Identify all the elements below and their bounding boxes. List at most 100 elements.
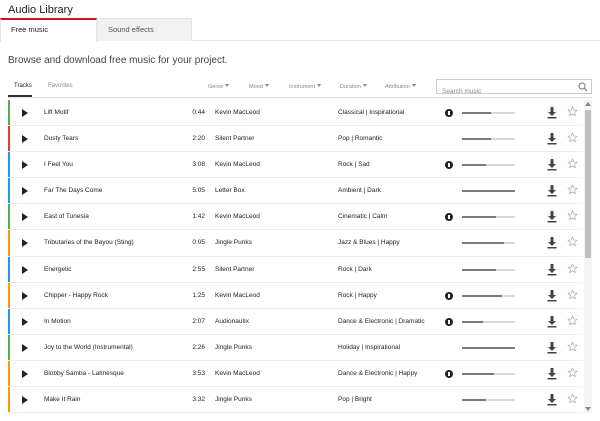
- tab-sound-effects[interactable]: Sound effects: [97, 18, 192, 41]
- chevron-down-icon: [225, 84, 230, 87]
- track-row[interactable]: Dusty Tears 2:20 Silent Partner Pop | Roman…: [8, 126, 583, 153]
- filter-attribution-label: Attribution: [385, 84, 410, 90]
- play-icon[interactable]: [22, 135, 28, 144]
- track-row[interactable]: Tributaries of the Bayou (Sting) 0:05 Jing…: [8, 230, 583, 257]
- download-icon[interactable]: [546, 289, 558, 302]
- star-icon[interactable]: [567, 184, 578, 195]
- star-icon[interactable]: [567, 367, 578, 378]
- download-icon[interactable]: [546, 367, 558, 380]
- track-list: Lift Motif 0:44 Kevin MacLeod Classical | I…: [8, 100, 583, 414]
- popularity-bar: [462, 164, 515, 167]
- play-icon[interactable]: [22, 187, 28, 196]
- track-row[interactable]: Joy to the World (Instrumental) 2:26 Jingl…: [8, 334, 583, 361]
- track-row[interactable]: Blobby Samba - Latinesque 3:53 Kevin MacLe…: [8, 360, 583, 388]
- track-row[interactable]: Make It Rain 3:32 Jingle Punks Pop | Bright: [8, 387, 583, 414]
- search-icon[interactable]: [578, 82, 588, 92]
- popularity-fill: [462, 294, 502, 297]
- star-icon[interactable]: [567, 341, 578, 352]
- star-icon[interactable]: [567, 106, 578, 117]
- filter-mood[interactable]: Mood: [249, 84, 269, 90]
- track-row[interactable]: Far The Days Come 5:05 Letter Box Ambient |…: [8, 178, 583, 205]
- attribution-icon[interactable]: [445, 161, 453, 170]
- download-icon[interactable]: [546, 106, 558, 119]
- popularity-fill: [462, 242, 505, 245]
- track-title: In Motion: [44, 317, 71, 325]
- track-row[interactable]: Chipper - Happy Rock 1:25 Kevin MacLeod Roc…: [8, 282, 583, 309]
- page-subtitle: Browse and download free music for your …: [8, 55, 228, 66]
- attribution-icon[interactable]: [445, 317, 453, 326]
- track-row[interactable]: Lift Motif 0:44 Kevin MacLeod Classical | I…: [8, 100, 583, 127]
- track-duration: 3:53: [192, 369, 205, 377]
- subtab-favorites[interactable]: Favorites: [48, 83, 73, 89]
- search-input[interactable]: [437, 85, 577, 98]
- track-duration: 2:07: [192, 317, 205, 325]
- subtab-tracks[interactable]: Tracks: [14, 83, 32, 89]
- play-icon[interactable]: [22, 317, 28, 326]
- play-icon[interactable]: [22, 291, 28, 300]
- track-color-stripe: [8, 230, 10, 256]
- star-icon[interactable]: [567, 315, 578, 326]
- play-icon[interactable]: [22, 213, 28, 222]
- track-title: Make It Rain: [44, 396, 81, 404]
- popularity-fill: [462, 320, 484, 323]
- download-icon[interactable]: [546, 184, 558, 197]
- filter-instrument[interactable]: Instrument: [289, 84, 321, 90]
- play-icon[interactable]: [22, 161, 28, 170]
- download-icon[interactable]: [546, 210, 558, 223]
- track-artist: Kevin MacLeod: [215, 291, 260, 299]
- star-icon[interactable]: [567, 263, 578, 274]
- scroll-up-icon[interactable]: [585, 102, 591, 106]
- scroll-down-icon[interactable]: [585, 407, 591, 411]
- chevron-down-icon: [316, 84, 321, 87]
- track-row[interactable]: I Feel You 3:08 Kevin MacLeod Rock | Sad: [8, 152, 583, 179]
- track-title: Joy to the World (Instrumental): [44, 343, 133, 351]
- track-artist: Letter Box: [215, 187, 245, 195]
- play-icon[interactable]: [22, 396, 28, 405]
- track-duration: 2:55: [192, 265, 205, 273]
- filter-genre[interactable]: Genre: [208, 84, 230, 90]
- track-artist: Kevin MacLeod: [215, 109, 260, 116]
- download-icon[interactable]: [546, 393, 558, 406]
- download-icon[interactable]: [546, 158, 558, 171]
- track-genre-mood: Rock | Happy: [338, 291, 377, 299]
- tab-free-music[interactable]: Free music: [0, 18, 97, 42]
- download-icon[interactable]: [546, 236, 558, 249]
- download-icon[interactable]: [546, 341, 558, 354]
- popularity-fill: [462, 190, 515, 193]
- attribution-icon[interactable]: [445, 369, 453, 378]
- scrollbar[interactable]: [584, 100, 592, 413]
- filter-attribution[interactable]: Attribution: [385, 84, 416, 90]
- star-icon[interactable]: [567, 236, 578, 247]
- play-icon[interactable]: [22, 109, 28, 117]
- scroll-thumb[interactable]: [585, 110, 591, 258]
- star-icon[interactable]: [567, 393, 578, 404]
- track-duration: 2:20: [192, 135, 205, 143]
- attribution-icon[interactable]: [445, 291, 453, 300]
- popularity-bar: [462, 242, 515, 245]
- play-icon[interactable]: [22, 239, 28, 248]
- star-icon[interactable]: [567, 132, 578, 143]
- track-genre-mood: Pop | Romantic: [338, 135, 383, 143]
- download-icon[interactable]: [546, 315, 558, 328]
- track-row[interactable]: Energetic 2:55 Silent Partner Rock | Dark: [8, 256, 583, 283]
- chevron-down-icon: [264, 84, 269, 87]
- download-icon[interactable]: [546, 132, 558, 145]
- play-icon[interactable]: [22, 369, 28, 378]
- filter-duration[interactable]: Duration: [340, 84, 367, 90]
- track-row[interactable]: East of Tunesia 1:42 Kevin MacLeod Cinemati…: [8, 204, 583, 231]
- play-icon[interactable]: [22, 265, 28, 274]
- track-genre-mood: Rock | Sad: [338, 161, 370, 169]
- track-artist: Kevin MacLeod: [215, 213, 260, 221]
- track-title: Energetic: [44, 265, 72, 273]
- track-color-stripe: [8, 100, 10, 126]
- star-icon[interactable]: [567, 210, 578, 221]
- track-color-stripe: [8, 282, 10, 308]
- star-icon[interactable]: [567, 289, 578, 300]
- track-color-stripe: [8, 360, 10, 387]
- download-icon[interactable]: [546, 263, 558, 276]
- play-icon[interactable]: [22, 343, 28, 352]
- star-icon[interactable]: [567, 158, 578, 169]
- track-row[interactable]: In Motion 2:07 Audionautix Dance & Electron…: [8, 308, 583, 335]
- attribution-icon[interactable]: [445, 213, 453, 222]
- attribution-icon[interactable]: [445, 109, 453, 117]
